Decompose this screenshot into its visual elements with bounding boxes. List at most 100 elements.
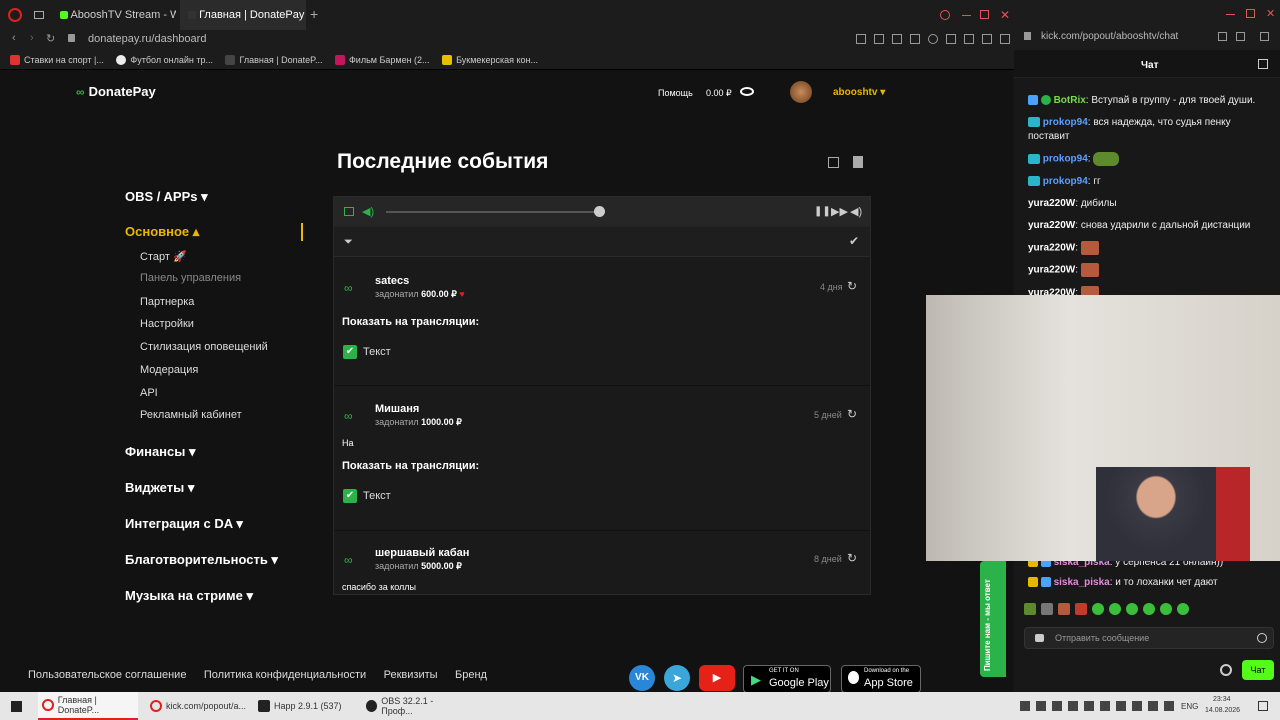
filter-icon[interactable]: ⏷	[344, 236, 353, 249]
emote-icon[interactable]	[1092, 603, 1104, 615]
widget-icon[interactable]	[344, 207, 354, 216]
taskbar-app[interactable]: Главная | DonateP...	[38, 692, 138, 720]
tray-icon[interactable]	[1020, 701, 1030, 711]
emote-icon[interactable]	[1160, 603, 1172, 615]
new-tab-icon[interactable]: +	[310, 6, 318, 22]
chat-url[interactable]: kick.com/popout/abooshtv/chat	[1041, 31, 1178, 42]
google-play-button[interactable]: ▶ GET IT ON Google Play	[743, 665, 831, 693]
close-icon[interactable]: ✕	[1000, 8, 1010, 22]
bookmark-item[interactable]: Главная | DonateP...	[225, 50, 322, 70]
nav-group-main[interactable]: Основное ▴	[125, 224, 199, 240]
external-link-icon[interactable]	[828, 157, 839, 168]
avatar[interactable]	[790, 81, 812, 103]
tray-icon[interactable]	[1100, 701, 1110, 711]
progress-track[interactable]	[386, 211, 600, 213]
toolbar-icon[interactable]	[910, 34, 920, 44]
nav-group-widgets[interactable]: Виджеты ▾	[125, 480, 194, 496]
toolbar-icon[interactable]	[964, 34, 974, 44]
nav-item-api[interactable]: API	[140, 387, 158, 399]
nav-group-music[interactable]: Музыка на стриме ▾	[125, 588, 253, 604]
toolbar-icon[interactable]	[856, 34, 866, 44]
maximize-icon[interactable]	[980, 10, 989, 19]
bookmark-item[interactable]: Букмекерская кон...	[442, 50, 538, 70]
text-checkbox[interactable]: ✔	[343, 489, 357, 503]
nav-group-da[interactable]: Интеграция с DA ▾	[125, 516, 243, 532]
check-all-icon[interactable]: ✔	[849, 234, 859, 248]
app-store-button[interactable]: Download on the App Store	[841, 665, 921, 693]
notification-icon[interactable]	[1258, 701, 1268, 711]
tray-icon[interactable]	[1164, 701, 1174, 711]
nav-item-moderation[interactable]: Модерация	[140, 364, 198, 376]
tray-icon[interactable]	[1084, 701, 1094, 711]
chat-send-button[interactable]: Чат	[1242, 660, 1274, 680]
emote-icon[interactable]	[1024, 603, 1036, 615]
emote-icon[interactable]	[1058, 603, 1070, 615]
youtube-icon[interactable]: ▶	[699, 665, 735, 691]
windows-start-icon[interactable]	[11, 701, 22, 712]
tray-icon[interactable]	[1052, 701, 1062, 711]
eye-icon[interactable]	[740, 87, 754, 96]
progress-knob[interactable]	[594, 206, 605, 217]
bookmark-item[interactable]: Ставки на спорт |...	[10, 50, 104, 70]
tab-aboosh[interactable]: AbooshTV Stream - Watch	[52, 0, 176, 30]
nav-group-obs[interactable]: OBS / APPs ▾	[125, 189, 208, 205]
chat-toolbar-icon[interactable]	[1236, 32, 1245, 41]
window-close-icon[interactable]: ✕	[1266, 7, 1275, 20]
tray-icon[interactable]	[1068, 701, 1078, 711]
reload-icon[interactable]: ↻	[46, 32, 55, 45]
emote-icon[interactable]	[1075, 603, 1087, 615]
nav-group-finance[interactable]: Финансы ▾	[125, 444, 196, 460]
telegram-icon[interactable]: ➤	[664, 665, 690, 691]
taskbar-app[interactable]: kick.com/popout/a...	[146, 692, 246, 720]
toolbar-icon[interactable]	[874, 34, 884, 44]
nav-item-settings[interactable]: Настройки	[140, 318, 194, 330]
chat-toolbar-icon[interactable]	[1218, 32, 1227, 41]
pause-icon[interactable]: ❚❚	[814, 206, 831, 217]
replay-icon[interactable]: ↻	[847, 407, 857, 421]
search-icon[interactable]	[940, 10, 950, 20]
replay-icon[interactable]: ↻	[847, 279, 857, 293]
nav-group-charity[interactable]: Благотворительность ▾	[125, 552, 278, 568]
opera-icon[interactable]	[8, 8, 22, 22]
emote-icon[interactable]	[1109, 603, 1121, 615]
tray-icon[interactable]	[1116, 701, 1126, 711]
toolbar-icon[interactable]	[982, 34, 992, 44]
speaker-icon[interactable]: ◀)	[850, 205, 862, 218]
nav-item-ads[interactable]: Рекламный кабинет	[140, 409, 242, 421]
emote-icon[interactable]	[1143, 603, 1155, 615]
toolbar-icon[interactable]	[946, 34, 956, 44]
volume-icon[interactable]: ◀)	[362, 205, 374, 218]
chat-input[interactable]: Отправить сообщение	[1024, 627, 1274, 649]
skip-icon[interactable]: ▶▶	[831, 205, 848, 218]
emote-icon[interactable]	[1041, 603, 1053, 615]
url-field[interactable]: donatepay.ru/dashboard	[88, 33, 206, 45]
nav-item-start[interactable]: Старт 🚀	[140, 250, 187, 263]
tray-icon[interactable]	[1148, 701, 1158, 711]
emote-icon[interactable]	[1126, 603, 1138, 615]
text-checkbox[interactable]: ✔	[343, 345, 357, 359]
nav-item-alert-style[interactable]: Стилизация оповещений	[140, 341, 268, 353]
help-link[interactable]: Помощь	[658, 88, 693, 98]
footer-link-privacy[interactable]: Политика конфиденциальности	[204, 669, 366, 681]
window-maximize-icon[interactable]	[1246, 9, 1255, 18]
chat-toolbar-icon[interactable]	[1260, 32, 1269, 41]
download-icon[interactable]	[1000, 34, 1010, 44]
forward-icon[interactable]: ›	[30, 32, 34, 44]
toolbar-icon[interactable]	[892, 34, 902, 44]
replay-icon[interactable]: ↻	[847, 551, 857, 565]
back-icon[interactable]: ‹	[12, 32, 16, 44]
nav-item-partner[interactable]: Партнерка	[140, 296, 194, 308]
emoji-icon[interactable]	[1257, 633, 1267, 643]
taskbar-app[interactable]: OBS 32.2.1 - Проф...	[362, 692, 462, 720]
tab-donatepay[interactable]: Главная | DonatePay	[180, 0, 306, 30]
bookmark-item[interactable]: Футбол онлайн тр...	[116, 50, 213, 70]
minimize-icon[interactable]	[962, 15, 971, 16]
footer-link-requisites[interactable]: Реквизиты	[384, 669, 438, 681]
language-indicator[interactable]: ENG	[1181, 702, 1198, 711]
heart-icon[interactable]	[928, 34, 938, 44]
emote-icon[interactable]	[1177, 603, 1189, 615]
user-menu[interactable]: abooshtv ▾	[833, 87, 885, 98]
tray-icon[interactable]	[1036, 701, 1046, 711]
chat-settings-icon[interactable]	[1258, 59, 1268, 69]
support-side-banner[interactable]: Пишите нам - мы ответ	[980, 561, 1006, 677]
